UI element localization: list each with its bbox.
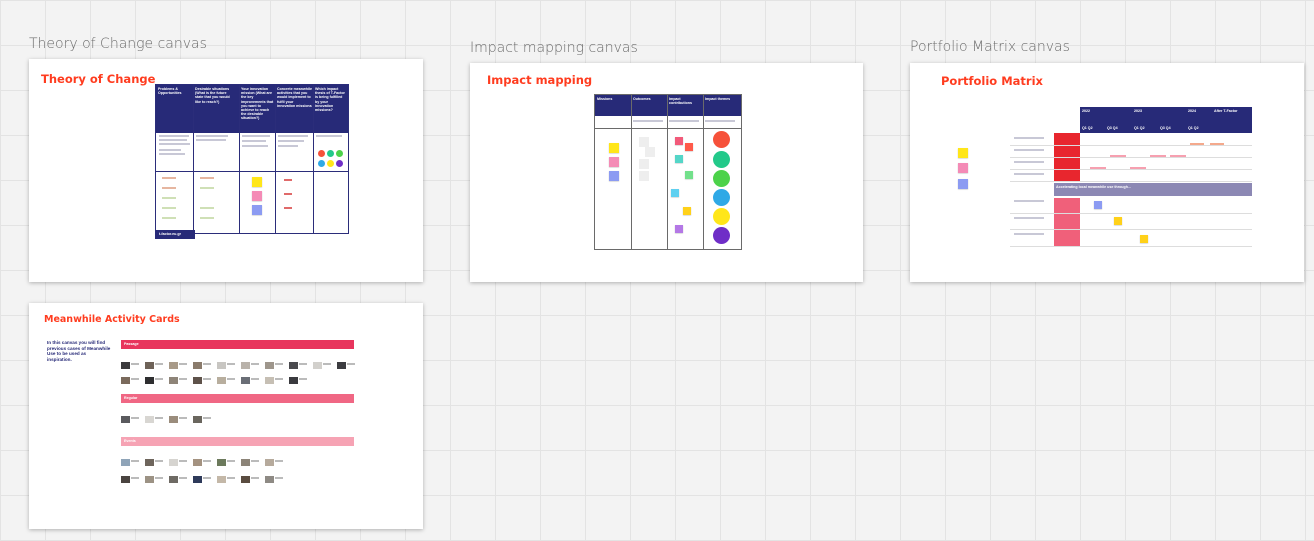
section-bar-passage: Passage (121, 340, 354, 349)
section-label-events: Events (124, 439, 136, 443)
section-bar-regular: Regular (121, 394, 354, 403)
canvas-title: Impact mapping (487, 73, 593, 87)
quarter-2: Q3 Q4 (1107, 126, 1118, 130)
toc-header-problems: Problems & Opportunities (158, 87, 182, 96)
toc-footer-text: t-factor.eu.gr (159, 232, 181, 236)
canvas-label-theory-of-change[interactable]: Theory of Change canvas (29, 36, 207, 52)
canvas-title: Theory of Change (41, 72, 156, 86)
quarter-4: Q3 Q4 (1160, 126, 1171, 130)
impact-theme-yellow-icon (713, 208, 730, 225)
im-header-contributions: Impact contributions (669, 97, 692, 106)
quarter-5: Q1 Q2 (1188, 126, 1199, 130)
impact-theme-lime-icon (713, 170, 730, 187)
meanwhile-activity-cards-canvas[interactable]: Meanwhile Activity Cards In this canvas … (29, 303, 423, 529)
year-2024: 2024 (1188, 109, 1196, 113)
theory-of-change-canvas[interactable]: Theory of Change Problems & Opportunitie… (29, 59, 423, 282)
toc-header-mission: Your innovation mission (What are the ke… (241, 87, 274, 121)
impact-theme-green-icon (713, 151, 730, 168)
toc-header-activities: Concrete meanwhile activities that you w… (277, 87, 312, 108)
impact-theme-blue-icon (713, 189, 730, 206)
impact-mapping-table: Missions Outcomes Impact contributions I… (594, 94, 742, 250)
im-header-themes: Impact themes (705, 97, 731, 101)
toc-footer-tag: t-factor.eu.gr (155, 230, 195, 239)
quarter-1: Q1 Q2 (1082, 126, 1093, 130)
toc-table: Problems & Opportunities Desirable situa… (155, 84, 349, 234)
portfolio-band-label: Accelerating local meanwhile use through… (1056, 185, 1131, 189)
portfolio-matrix-canvas[interactable]: Portfolio Matrix 2022 2023 2024 After T-… (910, 63, 1304, 282)
section-label-regular: Regular (124, 396, 138, 400)
canvas-label-portfolio-matrix[interactable]: Portfolio Matrix canvas (910, 39, 1070, 55)
canvas-label-impact-mapping[interactable]: Impact mapping canvas (470, 40, 638, 56)
section-bar-events: Events (121, 437, 354, 446)
year-2023: 2023 (1134, 109, 1142, 113)
impact-theme-purple-icon (713, 227, 730, 244)
quarter-3: Q1 Q2 (1134, 126, 1145, 130)
meanwhile-intro-text: In this canvas you will find previous ca… (47, 340, 111, 362)
canvas-title: Meanwhile Activity Cards (44, 314, 180, 325)
canvas-title: Portfolio Matrix (941, 74, 1043, 88)
impact-mapping-canvas[interactable]: Impact mapping Missions Outcomes Impact … (470, 63, 863, 282)
section-label-passage: Passage (124, 342, 139, 346)
im-header-missions: Missions (597, 97, 613, 101)
im-header-outcomes: Outcomes (633, 97, 651, 101)
impact-theme-red-icon (713, 131, 730, 148)
year-2022: 2022 (1082, 109, 1090, 113)
toc-header-desirable: Desirable situations (What is the future… (195, 87, 230, 104)
toc-header-impact-thesis: Which impact thesis of T-Factor is being… (315, 87, 345, 113)
portfolio-grid: 2022 2023 2024 After T-Factor Q1 Q2 Q3 Q… (1010, 105, 1252, 248)
year-after: After T-Factor (1214, 109, 1238, 113)
